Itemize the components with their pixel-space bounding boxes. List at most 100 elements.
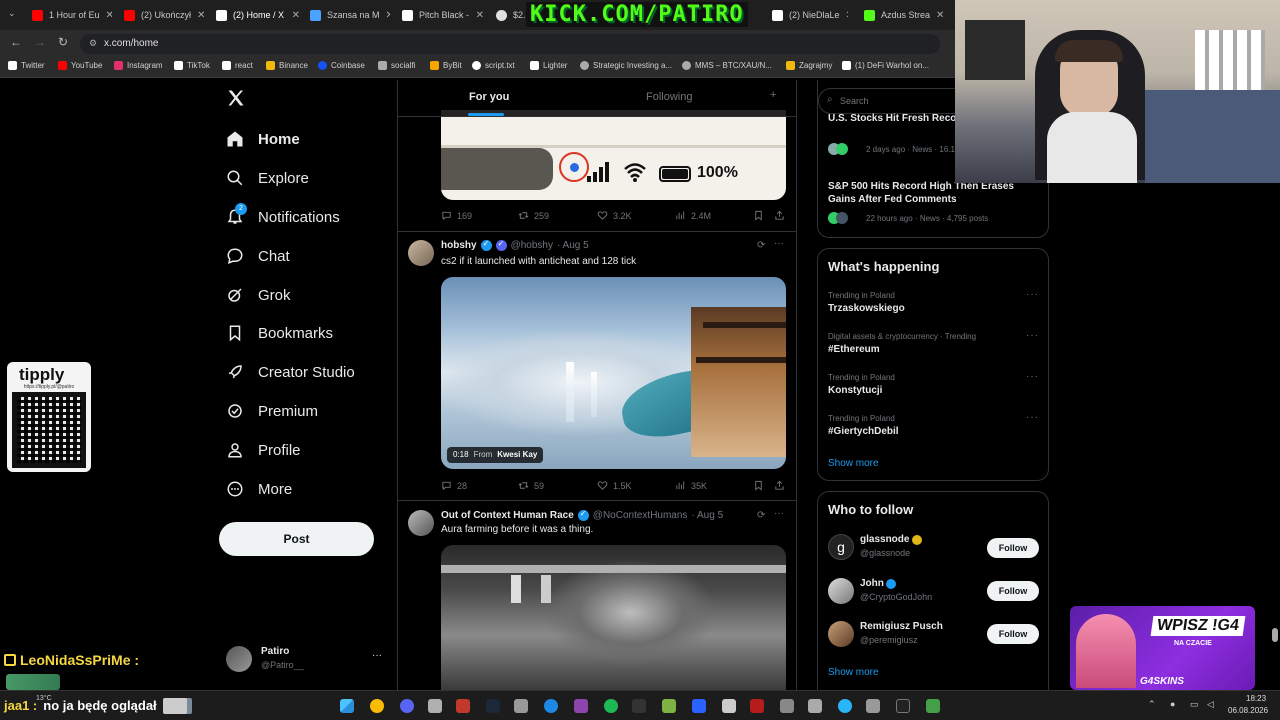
bookmark-item[interactable]: ByBit [430,61,462,70]
like-button[interactable]: 1.5K [597,480,632,491]
app-icon[interactable] [722,699,736,713]
tab-list-icon[interactable]: ⌄ [8,8,16,19]
tweet-video[interactable]: 0:18 From Kwesi Kay [441,277,786,469]
repost-button[interactable]: 259 [518,210,549,221]
browser-tab[interactable]: 1 Hour of Eu ✕ [32,4,112,26]
avatar[interactable] [408,510,434,536]
tab-for-you[interactable]: For you [469,91,509,103]
reply-button[interactable]: 28 [441,480,467,491]
bookmark-item[interactable]: react [222,61,253,70]
bookmark-item[interactable]: (1) DeFi Warhol on... [842,61,929,70]
more-dots-icon[interactable]: ··· [372,650,382,661]
views-button[interactable]: 2.4M [675,210,711,221]
close-tab-icon[interactable]: ✕ [292,10,300,21]
trend-item[interactable]: Konstytucji [828,385,882,396]
bookmark-item[interactable]: Zagrajmy [786,61,832,70]
scrollbar-thumb[interactable] [1272,628,1278,642]
avatar[interactable] [828,621,854,647]
app-icon[interactable] [838,699,852,713]
sidebar-item-chat[interactable]: Chat [226,247,290,265]
network-icon[interactable]: ▭ [1190,699,1199,710]
spotify-icon[interactable] [604,699,618,713]
close-tab-icon[interactable]: ✕ [846,10,848,21]
follow-button[interactable]: Follow [987,581,1039,601]
browser-tab-active[interactable]: (2) Home / X ✕ [216,4,300,26]
chrome-icon[interactable] [370,699,384,713]
x-logo-icon[interactable] [226,88,246,113]
start-icon[interactable] [340,699,354,713]
share-icon[interactable] [774,480,785,491]
bookmark-item[interactable]: Lighter [530,61,567,70]
back-icon[interactable]: ← [10,35,22,49]
reload-icon[interactable]: ↻ [58,35,68,49]
browser-tab[interactable]: Pitch Black - ✕ [402,4,484,26]
more-dots-icon[interactable]: ··· [1026,330,1039,341]
steam-icon[interactable] [486,699,500,713]
sidebar-item-bookmarks[interactable]: Bookmarks [226,324,333,342]
app-icon[interactable] [692,699,706,713]
tweet-video[interactable] [441,545,786,690]
app-icon[interactable] [866,699,880,713]
volume-icon[interactable]: ◁ [1207,699,1214,710]
bookmark-icon[interactable] [753,210,764,221]
glassnode-avatar[interactable]: g [828,534,854,560]
terminal-icon[interactable] [896,699,910,713]
browser-tab[interactable]: Azdus Strea ✕ [864,4,944,26]
app-icon[interactable] [662,699,676,713]
grok-actions-icon[interactable]: ⟳ [757,510,765,521]
bookmark-item[interactable]: Strategic Investing a... [580,61,672,70]
sidebar-item-grok[interactable]: Grok [226,286,291,304]
tray-icon[interactable]: ● [1170,699,1175,709]
bookmark-icon[interactable] [753,480,764,491]
avatar[interactable] [828,578,854,604]
bookmark-item[interactable]: Twitter [8,61,45,70]
bookmark-item[interactable]: Coinbase [318,61,365,70]
more-dots-icon[interactable]: ··· [1026,371,1039,382]
bookmark-item[interactable]: MMS – BTC/XAU/N... [682,61,772,70]
sidebar-item-profile[interactable]: Profile [226,441,301,459]
bookmark-item[interactable]: YouTube [58,61,102,70]
sidebar-item-premium[interactable]: Premium [226,402,318,420]
post-button[interactable]: Post [219,522,374,556]
app-icon[interactable] [428,699,442,713]
news-item[interactable]: S&P 500 Hits Record High Then Erases Gai… [828,180,1028,206]
browser-tab[interactable]: (2) Ukończył ✕ [124,4,204,26]
bookmark-item[interactable]: Binance [266,61,308,70]
app-icon[interactable] [574,699,588,713]
close-tab-icon[interactable]: ✕ [106,10,112,21]
browser-tab[interactable]: (2) NieDlaLe✕ [772,4,848,26]
app-icon[interactable] [780,699,794,713]
app-icon[interactable] [808,699,822,713]
close-tab-icon[interactable]: ✕ [197,10,204,21]
reply-button[interactable]: 169 [441,210,472,221]
add-feed-icon[interactable]: + [770,89,776,101]
account-switcher[interactable]: Patiro @Patiro__ ··· [226,644,386,674]
show-more-link[interactable]: Show more [828,667,879,678]
repost-button[interactable]: 59 [518,480,544,491]
app-icon[interactable] [632,699,646,713]
app-icon[interactable] [514,699,528,713]
forward-icon[interactable]: → [34,35,46,49]
trend-item[interactable]: #GiertychDebil [828,426,899,437]
trend-item[interactable]: Trzaskowskiego [828,303,905,314]
grok-actions-icon[interactable]: ⟳ [757,240,765,251]
more-dots-icon[interactable]: ··· [774,508,784,519]
tray-chevron-icon[interactable]: ⌃ [1148,699,1156,710]
more-dots-icon[interactable]: ··· [1026,412,1039,423]
like-button[interactable]: 3.2K [597,210,632,221]
sidebar-item-notifications[interactable]: 2 Notifications [226,203,340,226]
url-field[interactable]: ⚙ x.com/home [80,34,940,54]
sidebar-item-home[interactable]: Home [226,130,300,148]
views-button[interactable]: 35K [675,480,707,491]
avatar[interactable] [408,240,434,266]
trend-item[interactable]: #Ethereum [828,344,880,355]
browser-tab[interactable]: Szansa na M ✕ [310,4,390,26]
site-info-icon[interactable]: ⚙ [89,38,97,49]
follow-button[interactable]: Follow [987,624,1039,644]
follow-button[interactable]: Follow [987,538,1039,558]
close-tab-icon[interactable]: ✕ [936,10,944,21]
show-more-link[interactable]: Show more [828,458,879,469]
browser-tab[interactable]: $2.67 [496,4,530,26]
close-tab-icon[interactable]: ✕ [386,10,390,21]
share-icon[interactable] [774,210,785,221]
